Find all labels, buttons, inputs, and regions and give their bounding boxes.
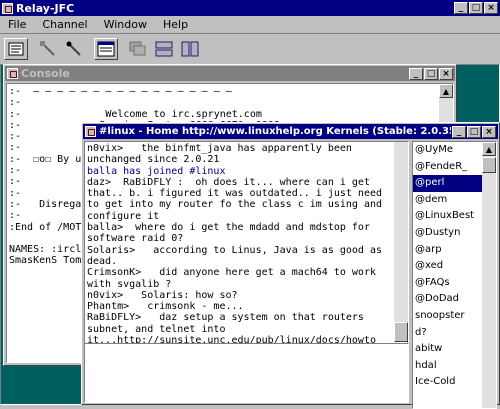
console-maximize-button[interactable]: □ bbox=[424, 67, 438, 80]
user-list-item[interactable]: @FAQs bbox=[413, 275, 484, 292]
chat-message: balla> where do i get the mdadd and mdst… bbox=[87, 222, 376, 245]
user-list-item[interactable]: hdal bbox=[413, 358, 484, 375]
channel-close-button[interactable]: × bbox=[482, 125, 496, 138]
channel-maximize-button[interactable]: □ bbox=[467, 125, 481, 138]
console-icon[interactable] bbox=[94, 38, 118, 60]
chat-scroll-thumb[interactable] bbox=[394, 322, 408, 342]
console-titlebar[interactable]: Console _ □ × bbox=[5, 66, 455, 81]
console-title: Console bbox=[21, 67, 70, 80]
chat-message: n0vix> Solaris: how so? bbox=[87, 289, 238, 301]
user-list-item[interactable]: @UyMe bbox=[413, 142, 484, 159]
tile-vertical-icon[interactable] bbox=[178, 38, 202, 60]
console-line: :- — — — — — — — — — — — — — — — — — bbox=[9, 86, 232, 97]
scroll-up-icon[interactable]: ▲ bbox=[439, 84, 453, 98]
menu-help[interactable]: Help bbox=[155, 16, 196, 34]
menu-bar: File Channel Window Help bbox=[0, 16, 500, 34]
chat-message: Phantm> crimsonk - me... bbox=[87, 301, 244, 313]
disconnect-icon[interactable] bbox=[36, 38, 60, 60]
console-window-icon bbox=[7, 68, 18, 79]
chat-message: RaBiDFLY> daz setup a system on that rou… bbox=[87, 312, 376, 347]
chat-message: daz> RaBiDFLY : oh does it... where can … bbox=[87, 176, 389, 222]
console-line: :- Welcome to irc.sprynet.com bbox=[9, 108, 262, 120]
user-list-scrollbar[interactable]: ▲ bbox=[482, 142, 496, 408]
app-minimize-button[interactable]: _ bbox=[454, 2, 468, 14]
app-close-button[interactable]: × bbox=[484, 2, 498, 14]
cut-icon[interactable] bbox=[62, 38, 86, 60]
app-titlebar: Relay-JFC _ □ × bbox=[0, 0, 500, 16]
channel-window-icon bbox=[85, 126, 96, 137]
channel-titlebar[interactable]: #linux - Home http://www.linuxhelp.org K… bbox=[83, 124, 498, 139]
cascade-icon[interactable] bbox=[126, 38, 150, 60]
console-minimize-button[interactable]: _ bbox=[409, 67, 423, 80]
menu-channel[interactable]: Channel bbox=[34, 16, 95, 34]
user-list-item[interactable]: @perl bbox=[413, 175, 484, 192]
user-list-item[interactable]: @dem bbox=[413, 192, 484, 209]
user-list-item[interactable]: @arp bbox=[413, 242, 484, 259]
user-list-item[interactable]: @Dustyn bbox=[413, 225, 484, 242]
chat-output: n0vix> the binfmt_java has apparently be… bbox=[84, 141, 409, 357]
channel-title: #linux - Home http://www.linuxhelp.org K… bbox=[99, 126, 451, 137]
channel-minimize-button[interactable]: _ bbox=[452, 125, 466, 138]
console-close-button[interactable]: × bbox=[439, 67, 453, 80]
users-scroll-up-icon[interactable]: ▲ bbox=[482, 142, 496, 156]
user-list-item[interactable]: abitw bbox=[413, 341, 484, 358]
chat-message: balla has joined #linux bbox=[87, 165, 226, 177]
app-maximize-button[interactable]: □ bbox=[469, 2, 483, 14]
user-list: @UyMe @FendeR_ @perl @dem @LinuxBest @Dustyn @… bbox=[412, 141, 497, 409]
app-icon bbox=[2, 2, 13, 14]
tile-horizontal-icon[interactable] bbox=[152, 38, 176, 60]
channel-window: #linux - Home http://www.linuxhelp.org K… bbox=[81, 122, 500, 409]
chat-message: Solaris> according to Linus, Java is as … bbox=[87, 244, 389, 267]
console-line: :- bbox=[9, 97, 22, 109]
users-scroll-thumb[interactable] bbox=[482, 157, 496, 173]
toolbar bbox=[4, 36, 204, 62]
connect-icon[interactable] bbox=[4, 38, 28, 60]
message-input[interactable] bbox=[84, 343, 409, 403]
user-list-item[interactable]: snoopster bbox=[413, 308, 484, 325]
chat-text: n0vix> the binfmt_java has apparently be… bbox=[85, 142, 396, 347]
user-list-item[interactable]: d? bbox=[413, 325, 484, 342]
menu-file[interactable]: File bbox=[0, 16, 34, 34]
user-list-item[interactable]: @LinuxBest bbox=[413, 208, 484, 225]
user-list-item[interactable]: @xed bbox=[413, 258, 484, 275]
chat-scrollbar[interactable]: ▼ bbox=[394, 142, 408, 356]
chat-message: n0vix> the binfmt_java has apparently be… bbox=[87, 143, 358, 166]
user-list-item[interactable]: @FendeR_ bbox=[413, 159, 484, 176]
chat-message: CrimsonK> did anyone here get a mach64 t… bbox=[87, 267, 383, 290]
app-title: Relay-JFC bbox=[16, 1, 75, 15]
user-list-item[interactable]: @DoDad bbox=[413, 291, 484, 308]
user-list-item[interactable]: Ice-Cold bbox=[413, 374, 484, 391]
menu-window[interactable]: Window bbox=[96, 16, 155, 34]
user-list-items: @UyMe @FendeR_ @perl @dem @LinuxBest @Dustyn @… bbox=[413, 142, 484, 391]
